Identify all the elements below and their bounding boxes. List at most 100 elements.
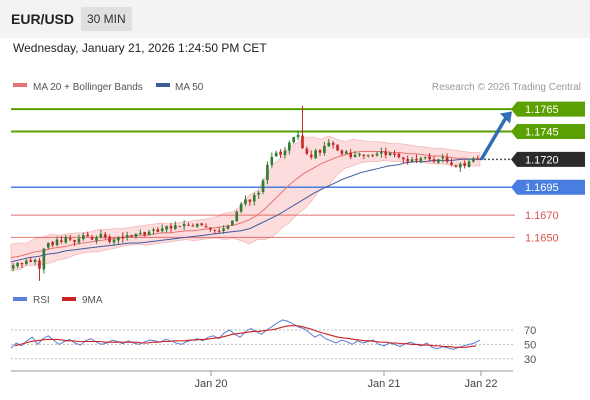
candle-body xyxy=(226,226,230,229)
candle-body xyxy=(51,241,54,246)
candle-body xyxy=(292,137,296,143)
candle-body xyxy=(217,230,221,232)
candle-body xyxy=(336,144,339,151)
candle-body xyxy=(432,159,436,162)
candle-body xyxy=(323,145,326,154)
candle-body xyxy=(279,151,282,155)
resistance-label: 1.1745 xyxy=(525,126,559,138)
candle-body xyxy=(331,142,335,145)
candle-body xyxy=(410,159,414,163)
rsi-legend-label: RSI xyxy=(33,295,50,306)
candle-body xyxy=(103,234,107,238)
candle-body xyxy=(358,153,361,156)
resistance-label: 1.1765 xyxy=(525,104,559,116)
candle-body xyxy=(187,224,190,226)
candle-body xyxy=(121,236,125,239)
candle-body xyxy=(380,151,383,154)
candle-body xyxy=(160,228,164,232)
candle-body xyxy=(261,180,265,192)
candle-body xyxy=(366,154,370,156)
candle-body xyxy=(46,242,50,248)
candle-body xyxy=(362,154,366,156)
ma50-legend-swatch xyxy=(156,83,170,87)
candle-body xyxy=(423,157,427,159)
candle-body xyxy=(169,225,173,229)
candle-body xyxy=(16,263,19,267)
candle-body xyxy=(375,153,379,156)
candle-body xyxy=(82,235,85,240)
candle-body xyxy=(42,248,46,270)
rsi-line xyxy=(10,319,481,350)
candle-body xyxy=(441,157,445,159)
candle-body xyxy=(327,142,331,147)
candle-body xyxy=(314,150,317,159)
candle-body xyxy=(125,235,129,238)
candle-body xyxy=(90,236,94,240)
candle-body xyxy=(401,157,405,160)
candle-body xyxy=(428,156,431,160)
candle-body xyxy=(252,195,256,202)
candle-body xyxy=(174,225,177,230)
candle-body xyxy=(213,229,217,231)
x-tick-label: Jan 22 xyxy=(464,378,497,390)
candle-body xyxy=(112,239,116,243)
candle-body xyxy=(318,150,322,153)
candle-body xyxy=(274,152,278,157)
candle-body xyxy=(95,237,98,241)
rsi-tick-label: 70 xyxy=(524,325,536,337)
candle-body xyxy=(33,259,37,262)
candle-body xyxy=(68,238,72,240)
candle-body xyxy=(138,232,142,234)
ma20-legend-label: MA 20 + Bollinger Bands xyxy=(33,82,143,93)
candle-body xyxy=(231,220,234,226)
candle-body xyxy=(38,260,41,269)
rsi-tick-label: 50 xyxy=(524,339,536,351)
candle-body xyxy=(283,150,287,156)
candle-body xyxy=(445,157,449,162)
price-chart: MA 20 + Bollinger Bands MA 50 Research ©… xyxy=(10,82,585,390)
candle-body xyxy=(64,237,68,243)
candle-body xyxy=(11,265,15,269)
candle-body xyxy=(55,239,59,246)
candle-body xyxy=(476,158,480,160)
candle-body xyxy=(222,228,225,231)
candle-body xyxy=(147,231,151,235)
candle-body xyxy=(29,260,33,262)
candle-body xyxy=(195,224,199,227)
candle-body xyxy=(108,236,111,242)
ma9-legend-label: 9MA xyxy=(82,295,103,306)
support-label: 1.1650 xyxy=(525,232,559,244)
x-tick-label: Jan 20 xyxy=(194,378,227,390)
candle-body xyxy=(244,199,247,204)
candle-body xyxy=(472,158,475,162)
candle-body xyxy=(20,263,24,265)
candle-body xyxy=(397,153,401,158)
x-tick-label: Jan 21 xyxy=(367,378,400,390)
candle-body xyxy=(353,154,357,157)
candle-body xyxy=(235,211,239,222)
ma50-legend-label: MA 50 xyxy=(175,82,204,93)
candle-body xyxy=(156,229,160,232)
candle-body xyxy=(458,163,462,168)
candle-body xyxy=(130,235,133,237)
candle-body xyxy=(73,239,76,242)
candle-body xyxy=(419,158,423,161)
candle-body xyxy=(463,163,466,167)
candle-body xyxy=(178,226,182,228)
candle-body xyxy=(437,159,440,163)
candle-body xyxy=(454,165,458,168)
rsi-panel: 70 50 30 xyxy=(10,319,536,366)
level-labels: 1.1765 1.1745 1.1720 1.1695 1.1670 1.1650 xyxy=(511,101,585,244)
candle-body xyxy=(191,225,195,227)
candle-body xyxy=(200,223,203,226)
rsi-legend-swatch xyxy=(13,297,27,301)
candle-body xyxy=(248,199,252,202)
rsi-tick-label: 30 xyxy=(524,354,536,366)
current-price-label: 1.1720 xyxy=(525,154,559,166)
ma9-legend-swatch xyxy=(62,297,76,301)
candle-body xyxy=(165,226,168,230)
candle-body xyxy=(309,154,313,158)
arrow-shaft xyxy=(480,115,508,161)
candle-body xyxy=(450,162,453,165)
candle-body xyxy=(134,234,138,237)
